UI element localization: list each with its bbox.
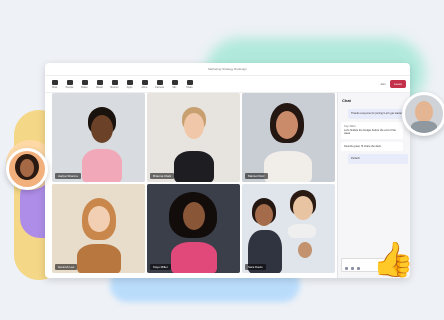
emoji-icon[interactable]	[357, 267, 360, 270]
toolbar-item-raise[interactable]: Raise	[79, 79, 90, 89]
video-grid: Aadya Sharma Brianna Clark Marisol Ruiz …	[52, 93, 335, 273]
toolbar-item-more[interactable]: More	[139, 79, 150, 89]
toolbar-item-chat[interactable]: Chat	[49, 79, 60, 89]
video-tile[interactable]: Kayo Miller	[147, 184, 240, 273]
leave-button[interactable]: Leave	[389, 80, 406, 88]
meeting-toolbar: Chat People Raise React Rooms Apps More …	[45, 76, 410, 93]
floating-avatar-right	[402, 92, 444, 136]
participant-figure	[264, 151, 312, 182]
thumbs-up-icon: 👍	[372, 241, 415, 279]
window-titlebar: Marketing Strategy Redesign	[45, 63, 410, 76]
apps-icon	[126, 79, 133, 85]
toolbar-item-people[interactable]: People	[64, 79, 75, 89]
video-tile[interactable]: Marisol Ruiz	[242, 93, 335, 182]
chat-message: Thanks everyone for joining! Let's get s…	[348, 109, 408, 119]
attach-icon[interactable]	[351, 267, 354, 270]
toolbar-item-apps[interactable]: Apps	[124, 79, 135, 89]
chat-message: Kayo Miller Let's finalize the budget be…	[341, 121, 403, 139]
format-icon[interactable]	[345, 267, 348, 270]
chat-title: Chat	[342, 98, 351, 103]
participant-figure	[174, 151, 214, 182]
video-tile[interactable]: Hannah Lee	[52, 184, 145, 273]
video-tile[interactable]: Sara Davis	[242, 184, 335, 273]
participant-name: Aadya Sharma	[55, 173, 81, 179]
react-icon	[96, 79, 103, 85]
more-icon	[141, 79, 148, 85]
chat-icon	[51, 79, 58, 85]
toolbar-item-rooms[interactable]: Rooms	[109, 79, 120, 89]
toolbar-item-share[interactable]: Share	[184, 79, 195, 89]
mic-icon	[171, 79, 178, 85]
join-button[interactable]: Join	[380, 82, 386, 86]
participant-name: Marisol Ruiz	[245, 173, 268, 179]
participant-name: Brianna Clark	[150, 173, 175, 179]
camera-icon	[156, 79, 163, 85]
meeting-window: Marketing Strategy Redesign Chat People …	[45, 63, 410, 278]
video-tile[interactable]: Aadya Sharma	[52, 93, 145, 182]
people-icon	[66, 79, 73, 85]
toolbar-item-mic[interactable]: Mic	[169, 79, 180, 89]
participant-name: Sara Davis	[245, 264, 266, 270]
participant-figure	[171, 242, 217, 273]
rooms-icon	[111, 79, 118, 85]
video-tile[interactable]: Brianna Clark	[147, 93, 240, 182]
participant-name: Kayo Miller	[150, 264, 171, 270]
hand-icon	[81, 79, 88, 85]
toolbar-item-react[interactable]: React	[94, 79, 105, 89]
toolbar-item-camera[interactable]: Camera	[154, 79, 165, 89]
participant-figure	[77, 244, 121, 273]
chat-message-text: Let's finalize the budget before the end…	[344, 128, 396, 136]
chat-message: Perfect!	[348, 154, 408, 164]
chat-sender: Kayo Miller	[344, 124, 356, 128]
participant-figure	[82, 149, 122, 182]
window-title: Marketing Strategy Redesign	[208, 67, 247, 71]
participant-name: Hannah Lee	[55, 264, 78, 270]
floating-avatar-left	[6, 148, 48, 190]
chat-message: Sounds great, I'll share the deck.	[341, 141, 403, 152]
share-icon	[186, 79, 193, 85]
